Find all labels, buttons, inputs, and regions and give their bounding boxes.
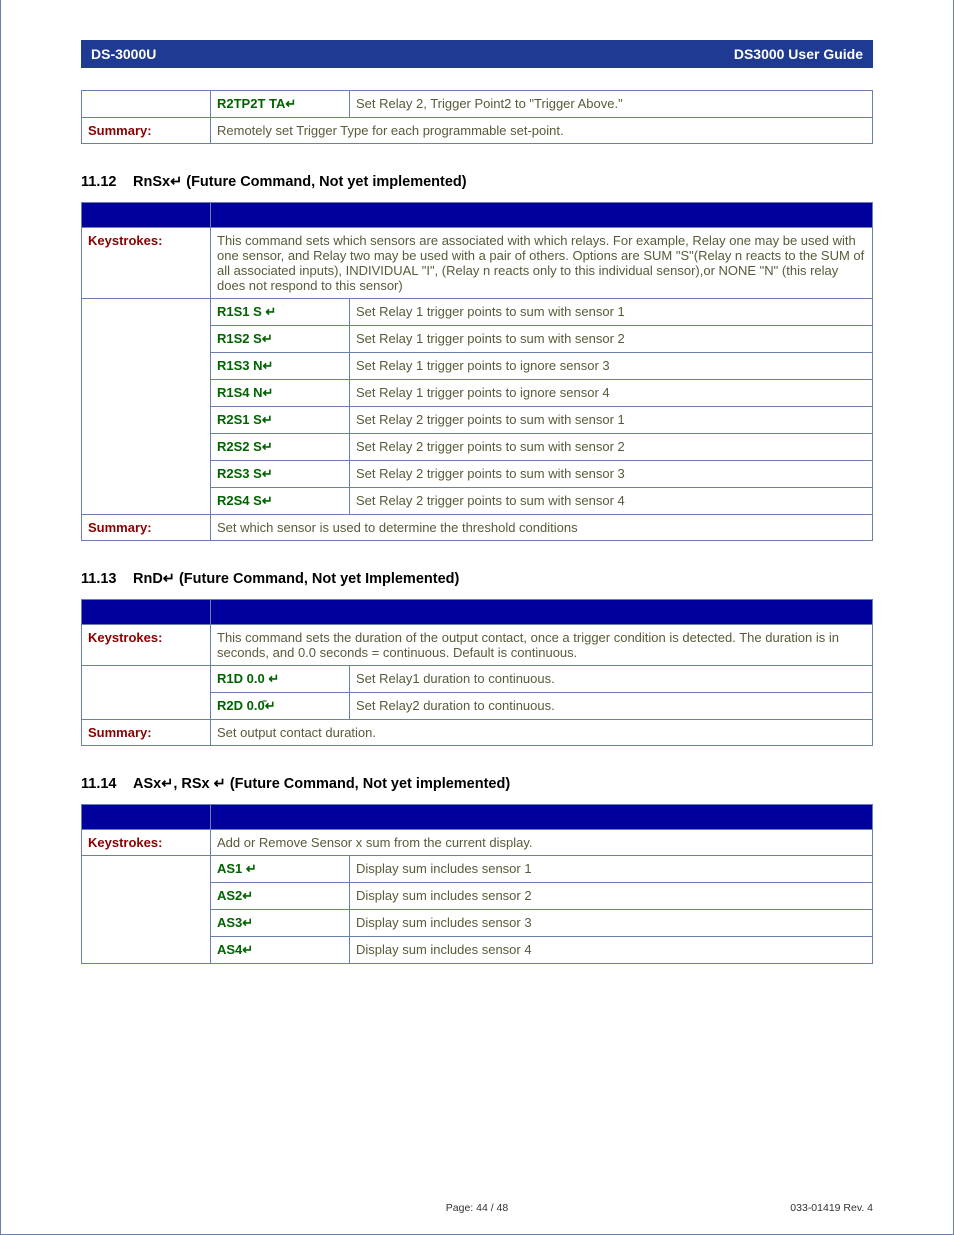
header-left: DS-3000U	[91, 46, 156, 62]
rows-spacer	[82, 666, 211, 720]
keystrokes-intro: Add or Remove Sensor x sum from the curr…	[211, 830, 873, 856]
section-title: ASx↵, RSx ↵ (Future Command, Not yet imp…	[133, 776, 510, 792]
command-code: R1S1 S ↵	[211, 299, 350, 326]
summary-label: Summary:	[82, 118, 211, 144]
command-code: R2D 0.0̄↵	[211, 693, 350, 720]
command-desc: Set Relay 2 trigger points to sum with s…	[350, 407, 873, 434]
page-footer: Page: 44 / 48 033-01419 Rev. 4	[81, 1202, 873, 1214]
section-heading: 11.13RnD↵ (Future Command, Not yet Imple…	[81, 571, 873, 587]
section-number: 11.13	[81, 571, 133, 587]
command-desc: Display sum includes sensor 4	[350, 937, 873, 964]
keystrokes-intro: This command sets the duration of the ou…	[211, 625, 873, 666]
keystrokes-label: Keystrokes:	[82, 830, 211, 856]
summary-text: Remotely set Trigger Type for each progr…	[211, 118, 873, 144]
footer-page: Page: 44 / 48	[81, 1202, 873, 1214]
section-heading: 11.14ASx↵, RSx ↵ (Future Command, Not ye…	[81, 776, 873, 792]
command-desc: Display sum includes sensor 1	[350, 856, 873, 883]
section-number: 11.12	[81, 174, 133, 190]
top-desc: Set Relay 2, Trigger Point2 to "Trigger …	[350, 91, 873, 118]
header-right: DS3000 User Guide	[734, 46, 863, 62]
section-number: 11.14	[81, 776, 133, 792]
command-code: AS3↵	[211, 910, 350, 937]
command-code: R2S4 S↵	[211, 488, 350, 515]
command-desc: Set Relay 1 trigger points to sum with s…	[350, 326, 873, 353]
sections-container: 11.12RnSx↵ (Future Command, Not yet impl…	[81, 174, 873, 964]
keystrokes-intro: This command sets which sensors are asso…	[211, 228, 873, 299]
command-desc: Set Relay 2 trigger points to sum with s…	[350, 434, 873, 461]
keystrokes-label: Keystrokes:	[82, 228, 211, 299]
summary-text: Set which sensor is used to determine th…	[211, 515, 873, 541]
command-desc: Set Relay2 duration to continuous.	[350, 693, 873, 720]
command-code: R1S2 S↵	[211, 326, 350, 353]
command-code: R1S3 N↵	[211, 353, 350, 380]
command-code: R1D 0.0 ↵	[211, 666, 350, 693]
command-desc: Set Relay 1 trigger points to ignore sen…	[350, 353, 873, 380]
command-code: R1S4 N↵	[211, 380, 350, 407]
keystrokes-label: Keystrokes:	[82, 625, 211, 666]
command-desc: Set Relay 2 trigger points to sum with s…	[350, 461, 873, 488]
section-title: RnD↵ (Future Command, Not yet Implemente…	[133, 571, 459, 587]
command-code: AS4↵	[211, 937, 350, 964]
top-empty-label	[82, 91, 211, 118]
command-table: Keystrokes:This command sets which senso…	[81, 202, 873, 541]
command-code: R2S3 S↵	[211, 461, 350, 488]
summary-label: Summary:	[82, 720, 211, 746]
command-desc: Set Relay 2 trigger points to sum with s…	[350, 488, 873, 515]
summary-text: Set output contact duration.	[211, 720, 873, 746]
command-desc: Display sum includes sensor 2	[350, 883, 873, 910]
top-table: R2TP2T TA↵ Set Relay 2, Trigger Point2 t…	[81, 90, 873, 144]
command-code: AS2↵	[211, 883, 350, 910]
command-desc: Set Relay 1 trigger points to sum with s…	[350, 299, 873, 326]
command-code: AS1 ↵	[211, 856, 350, 883]
command-code: R2S2 S↵	[211, 434, 350, 461]
command-table: Keystrokes:This command sets the duratio…	[81, 599, 873, 746]
document-header: DS-3000U DS3000 User Guide	[81, 40, 873, 68]
rows-spacer	[82, 856, 211, 964]
command-desc: Display sum includes sensor 3	[350, 910, 873, 937]
section-heading: 11.12RnSx↵ (Future Command, Not yet impl…	[81, 174, 873, 190]
top-code: R2TP2T TA↵	[211, 91, 350, 118]
section-title: RnSx↵ (Future Command, Not yet implement…	[133, 174, 467, 190]
command-code: R2S1 S↵	[211, 407, 350, 434]
command-desc: Set Relay 1 trigger points to ignore sen…	[350, 380, 873, 407]
command-table: Keystrokes:Add or Remove Sensor x sum fr…	[81, 804, 873, 964]
rows-spacer	[82, 299, 211, 515]
command-desc: Set Relay1 duration to continuous.	[350, 666, 873, 693]
page: DS-3000U DS3000 User Guide R2TP2T TA↵ Se…	[0, 0, 954, 1235]
summary-label: Summary:	[82, 515, 211, 541]
